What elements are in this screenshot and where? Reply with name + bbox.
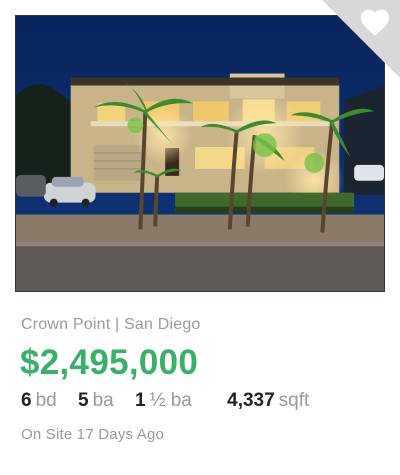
half-baths-stat: 1½ ba [135,390,192,412]
beds-unit: bd [35,390,57,411]
baths-stat: 5 ba [78,390,114,412]
listing-stats: 6 bd 5 ba 1½ ba 4,337 sqft [21,390,309,412]
listing-card[interactable]: Crown Point | San Diego $2,495,000 6 bd 5… [0,0,400,475]
half-baths-unit: ½ ba [149,390,192,411]
listing-price: $2,495,000 [20,343,199,382]
sqft-stat: 4,337 sqft [227,390,309,412]
sqft-unit: sqft [278,390,310,411]
baths-unit: ba [92,390,114,411]
days-on-site: On Site 17 Days Ago [21,426,165,443]
beds-stat: 6 bd [21,390,57,412]
beds-value: 6 [21,390,32,411]
listing-location: Crown Point | San Diego [21,316,201,333]
heart-icon[interactable] [358,6,392,40]
sqft-value: 4,337 [227,390,275,411]
baths-value: 5 [78,390,89,411]
half-baths-value: 1 [135,390,146,411]
